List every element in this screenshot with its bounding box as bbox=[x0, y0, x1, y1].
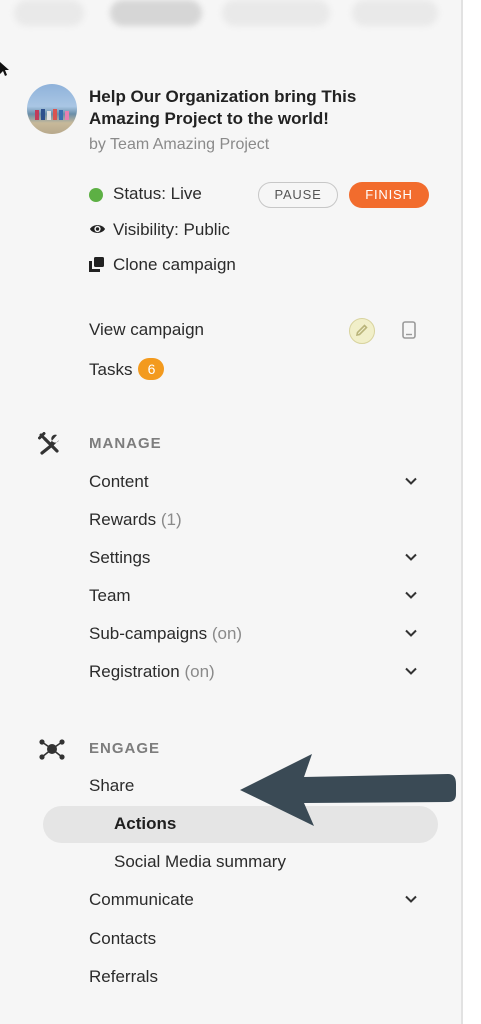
clone-campaign-text: Clone campaign bbox=[113, 255, 236, 274]
nav-item-content[interactable]: Content bbox=[89, 472, 429, 496]
pause-button[interactable]: PAUSE bbox=[258, 182, 338, 208]
finish-button[interactable]: FINISH bbox=[349, 182, 429, 208]
nav-item-label: Content bbox=[89, 472, 149, 491]
mouse-cursor-icon bbox=[0, 62, 9, 76]
nav-item-communicate[interactable]: Communicate bbox=[89, 890, 429, 914]
nav-item-label: Team bbox=[89, 586, 131, 605]
team-photo-icon bbox=[35, 109, 69, 120]
chevron-down-icon[interactable] bbox=[405, 667, 417, 675]
nav-item-label: Sub-campaigns bbox=[89, 624, 208, 643]
chevron-down-icon[interactable] bbox=[405, 629, 417, 637]
blurred-top-bar bbox=[0, 0, 461, 30]
tasks-link[interactable]: Tasks 6 bbox=[89, 358, 165, 380]
engage-section-title: ENGAGE bbox=[89, 740, 161, 757]
nav-subitem-actions[interactable]: Actions bbox=[114, 814, 176, 834]
clone-icon bbox=[89, 257, 104, 272]
nav-item-count: (on) bbox=[211, 624, 243, 643]
nav-item-label: Referrals bbox=[89, 967, 158, 986]
tasks-count-badge: 6 bbox=[138, 358, 165, 380]
nav-item-contacts[interactable]: Contacts bbox=[89, 929, 429, 953]
blurred-item bbox=[110, 0, 202, 26]
chevron-down-icon[interactable] bbox=[405, 591, 417, 599]
nav-subitem-social-media-summary[interactable]: Social Media summary bbox=[114, 852, 286, 872]
chevron-down-icon[interactable] bbox=[405, 553, 417, 561]
nav-item-label: Communicate bbox=[89, 890, 194, 909]
nav-item-label: Rewards bbox=[89, 510, 157, 529]
blurred-item bbox=[222, 0, 330, 26]
chevron-down-icon[interactable] bbox=[405, 477, 417, 485]
pencil-icon bbox=[355, 324, 368, 337]
view-campaign-link[interactable]: View campaign bbox=[89, 320, 204, 340]
visibility-text: Visibility: Public bbox=[113, 220, 230, 239]
tablet-icon[interactable] bbox=[402, 321, 416, 339]
blurred-item bbox=[14, 0, 84, 26]
nav-item-count: (1) bbox=[160, 510, 182, 529]
nav-item-sub-campaigns[interactable]: Sub-campaigns (on) bbox=[89, 624, 429, 648]
status-dot-icon bbox=[89, 188, 103, 202]
nav-item-team[interactable]: Team bbox=[89, 586, 429, 610]
nav-item-referrals[interactable]: Referrals bbox=[89, 967, 429, 991]
nav-item-registration[interactable]: Registration (on) bbox=[89, 662, 429, 686]
status-text: Status: Live bbox=[113, 184, 202, 203]
nav-item-label: Share bbox=[89, 776, 135, 795]
arrow-left-icon bbox=[240, 754, 456, 826]
blurred-item bbox=[352, 0, 438, 26]
nav-item-label: Registration bbox=[89, 662, 180, 681]
edit-campaign-button[interactable] bbox=[349, 318, 375, 344]
eye-icon bbox=[89, 225, 106, 233]
tasks-label: Tasks bbox=[89, 360, 133, 379]
main-area-edge bbox=[463, 0, 481, 1024]
campaign-byline: by Team Amazing Project bbox=[89, 136, 270, 153]
nav-item-count: (on) bbox=[184, 662, 215, 681]
nav-item-rewards[interactable]: Rewards (1) bbox=[89, 510, 429, 534]
nav-item-settings[interactable]: Settings bbox=[89, 548, 429, 572]
nav-item-label: Settings bbox=[89, 548, 151, 567]
manage-section-title: MANAGE bbox=[89, 435, 162, 452]
network-icon bbox=[39, 739, 65, 760]
campaign-avatar[interactable] bbox=[27, 84, 77, 134]
nav-item-label: Contacts bbox=[89, 929, 157, 948]
campaign-title: Help Our Organization bring This Amazing… bbox=[89, 87, 357, 128]
tools-icon bbox=[38, 432, 59, 455]
chevron-down-icon[interactable] bbox=[405, 895, 417, 903]
